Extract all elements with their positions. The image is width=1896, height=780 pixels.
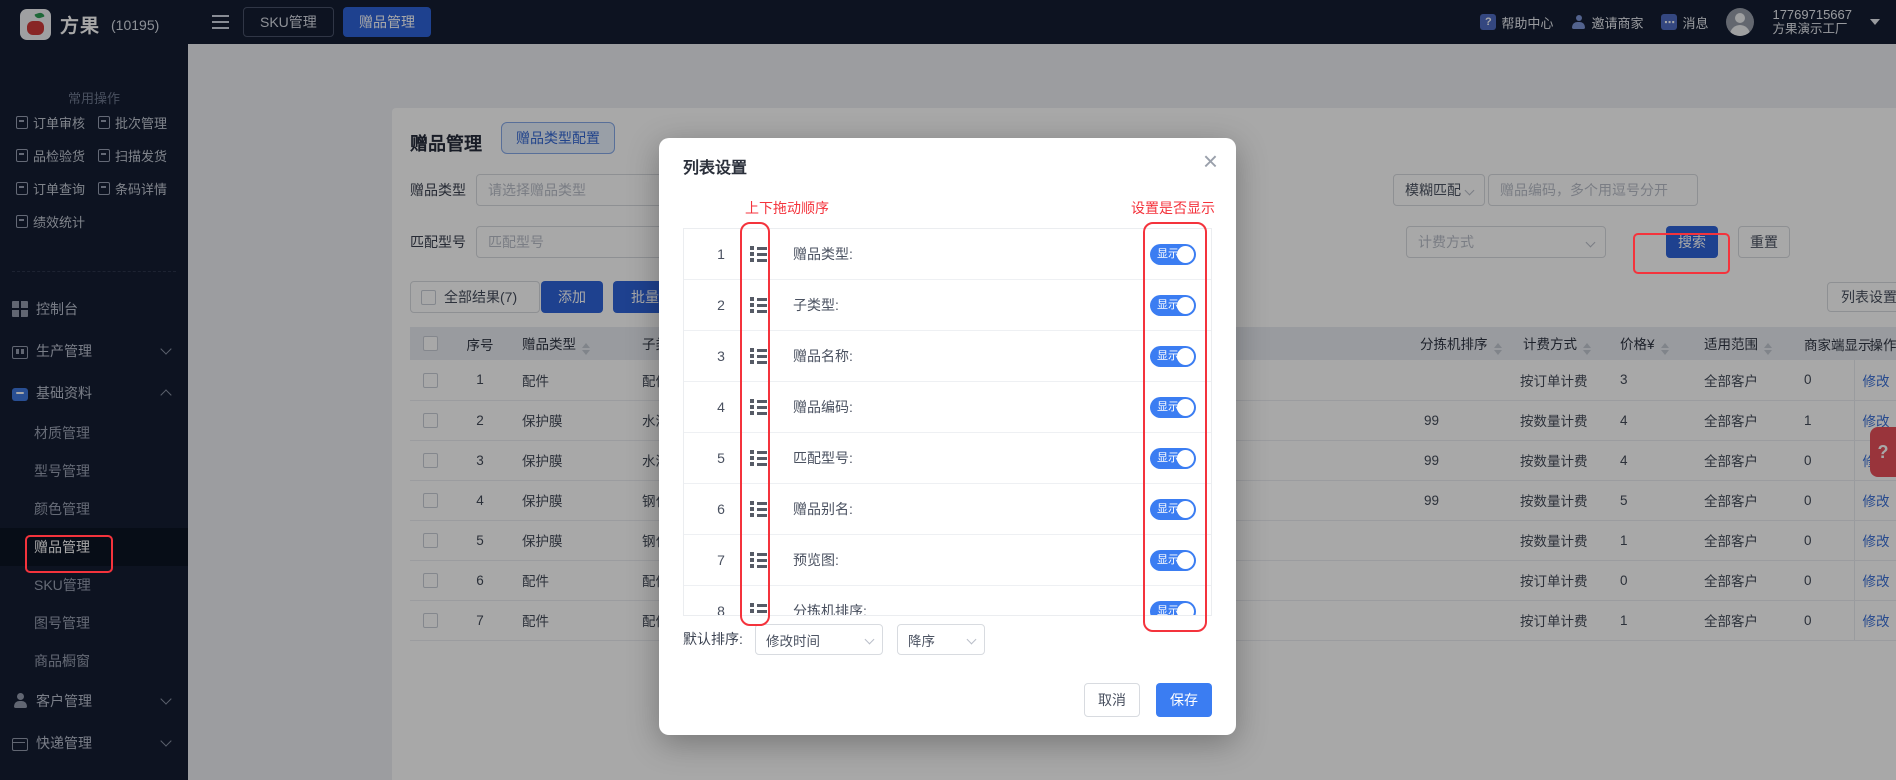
field-label: 匹配型号: bbox=[793, 450, 853, 466]
field-label: 赠品编码: bbox=[793, 399, 853, 415]
cancel-button[interactable]: 取消 bbox=[1084, 683, 1140, 717]
save-button[interactable]: 保存 bbox=[1156, 683, 1212, 717]
field-index: 3 bbox=[717, 348, 725, 364]
drag-column-annotation-box bbox=[740, 222, 770, 626]
modal-title: 列表设置 bbox=[683, 160, 748, 177]
field-label: 赠品别名: bbox=[793, 501, 853, 517]
toggle-hint-annotation: 设置是否显示 bbox=[1131, 200, 1215, 216]
sort-order-value: 降序 bbox=[908, 633, 935, 649]
field-index: 7 bbox=[717, 552, 725, 568]
field-label: 赠品类型: bbox=[793, 246, 853, 262]
field-index: 5 bbox=[717, 450, 725, 466]
list-settings-annotation-box bbox=[1633, 233, 1730, 274]
field-index: 1 bbox=[717, 246, 725, 262]
field-index: 4 bbox=[717, 399, 725, 415]
field-index: 8 bbox=[717, 603, 725, 616]
field-label: 预览图: bbox=[793, 552, 839, 568]
sort-order-select[interactable]: 降序 bbox=[897, 624, 985, 655]
drag-hint-annotation: 上下拖动顺序 bbox=[745, 200, 829, 216]
chevron-down-icon bbox=[966, 634, 977, 645]
sidebar-gift-annotation-box bbox=[25, 535, 113, 573]
close-icon[interactable] bbox=[1203, 146, 1218, 176]
field-label: 赠品名称: bbox=[793, 348, 853, 364]
field-index: 2 bbox=[717, 297, 725, 313]
sort-field-select[interactable]: 修改时间 bbox=[755, 624, 883, 655]
default-sort-label: 默认排序: bbox=[683, 631, 743, 647]
list-settings-modal: 列表设置 上下拖动顺序 设置是否显示 1 赠品类型: 显示 2 子类型: bbox=[659, 138, 1236, 735]
chevron-down-icon bbox=[864, 634, 875, 645]
toggle-column-annotation-box bbox=[1143, 222, 1207, 632]
stage: 方果 (10195) 常用操作 订单审核 批次管理 品检验货 扫描发货 订单查询… bbox=[0, 0, 1896, 780]
field-label: 子类型: bbox=[793, 297, 839, 313]
field-label: 分拣机排序: bbox=[793, 603, 867, 616]
field-index: 6 bbox=[717, 501, 725, 517]
sort-field-value: 修改时间 bbox=[766, 633, 820, 649]
